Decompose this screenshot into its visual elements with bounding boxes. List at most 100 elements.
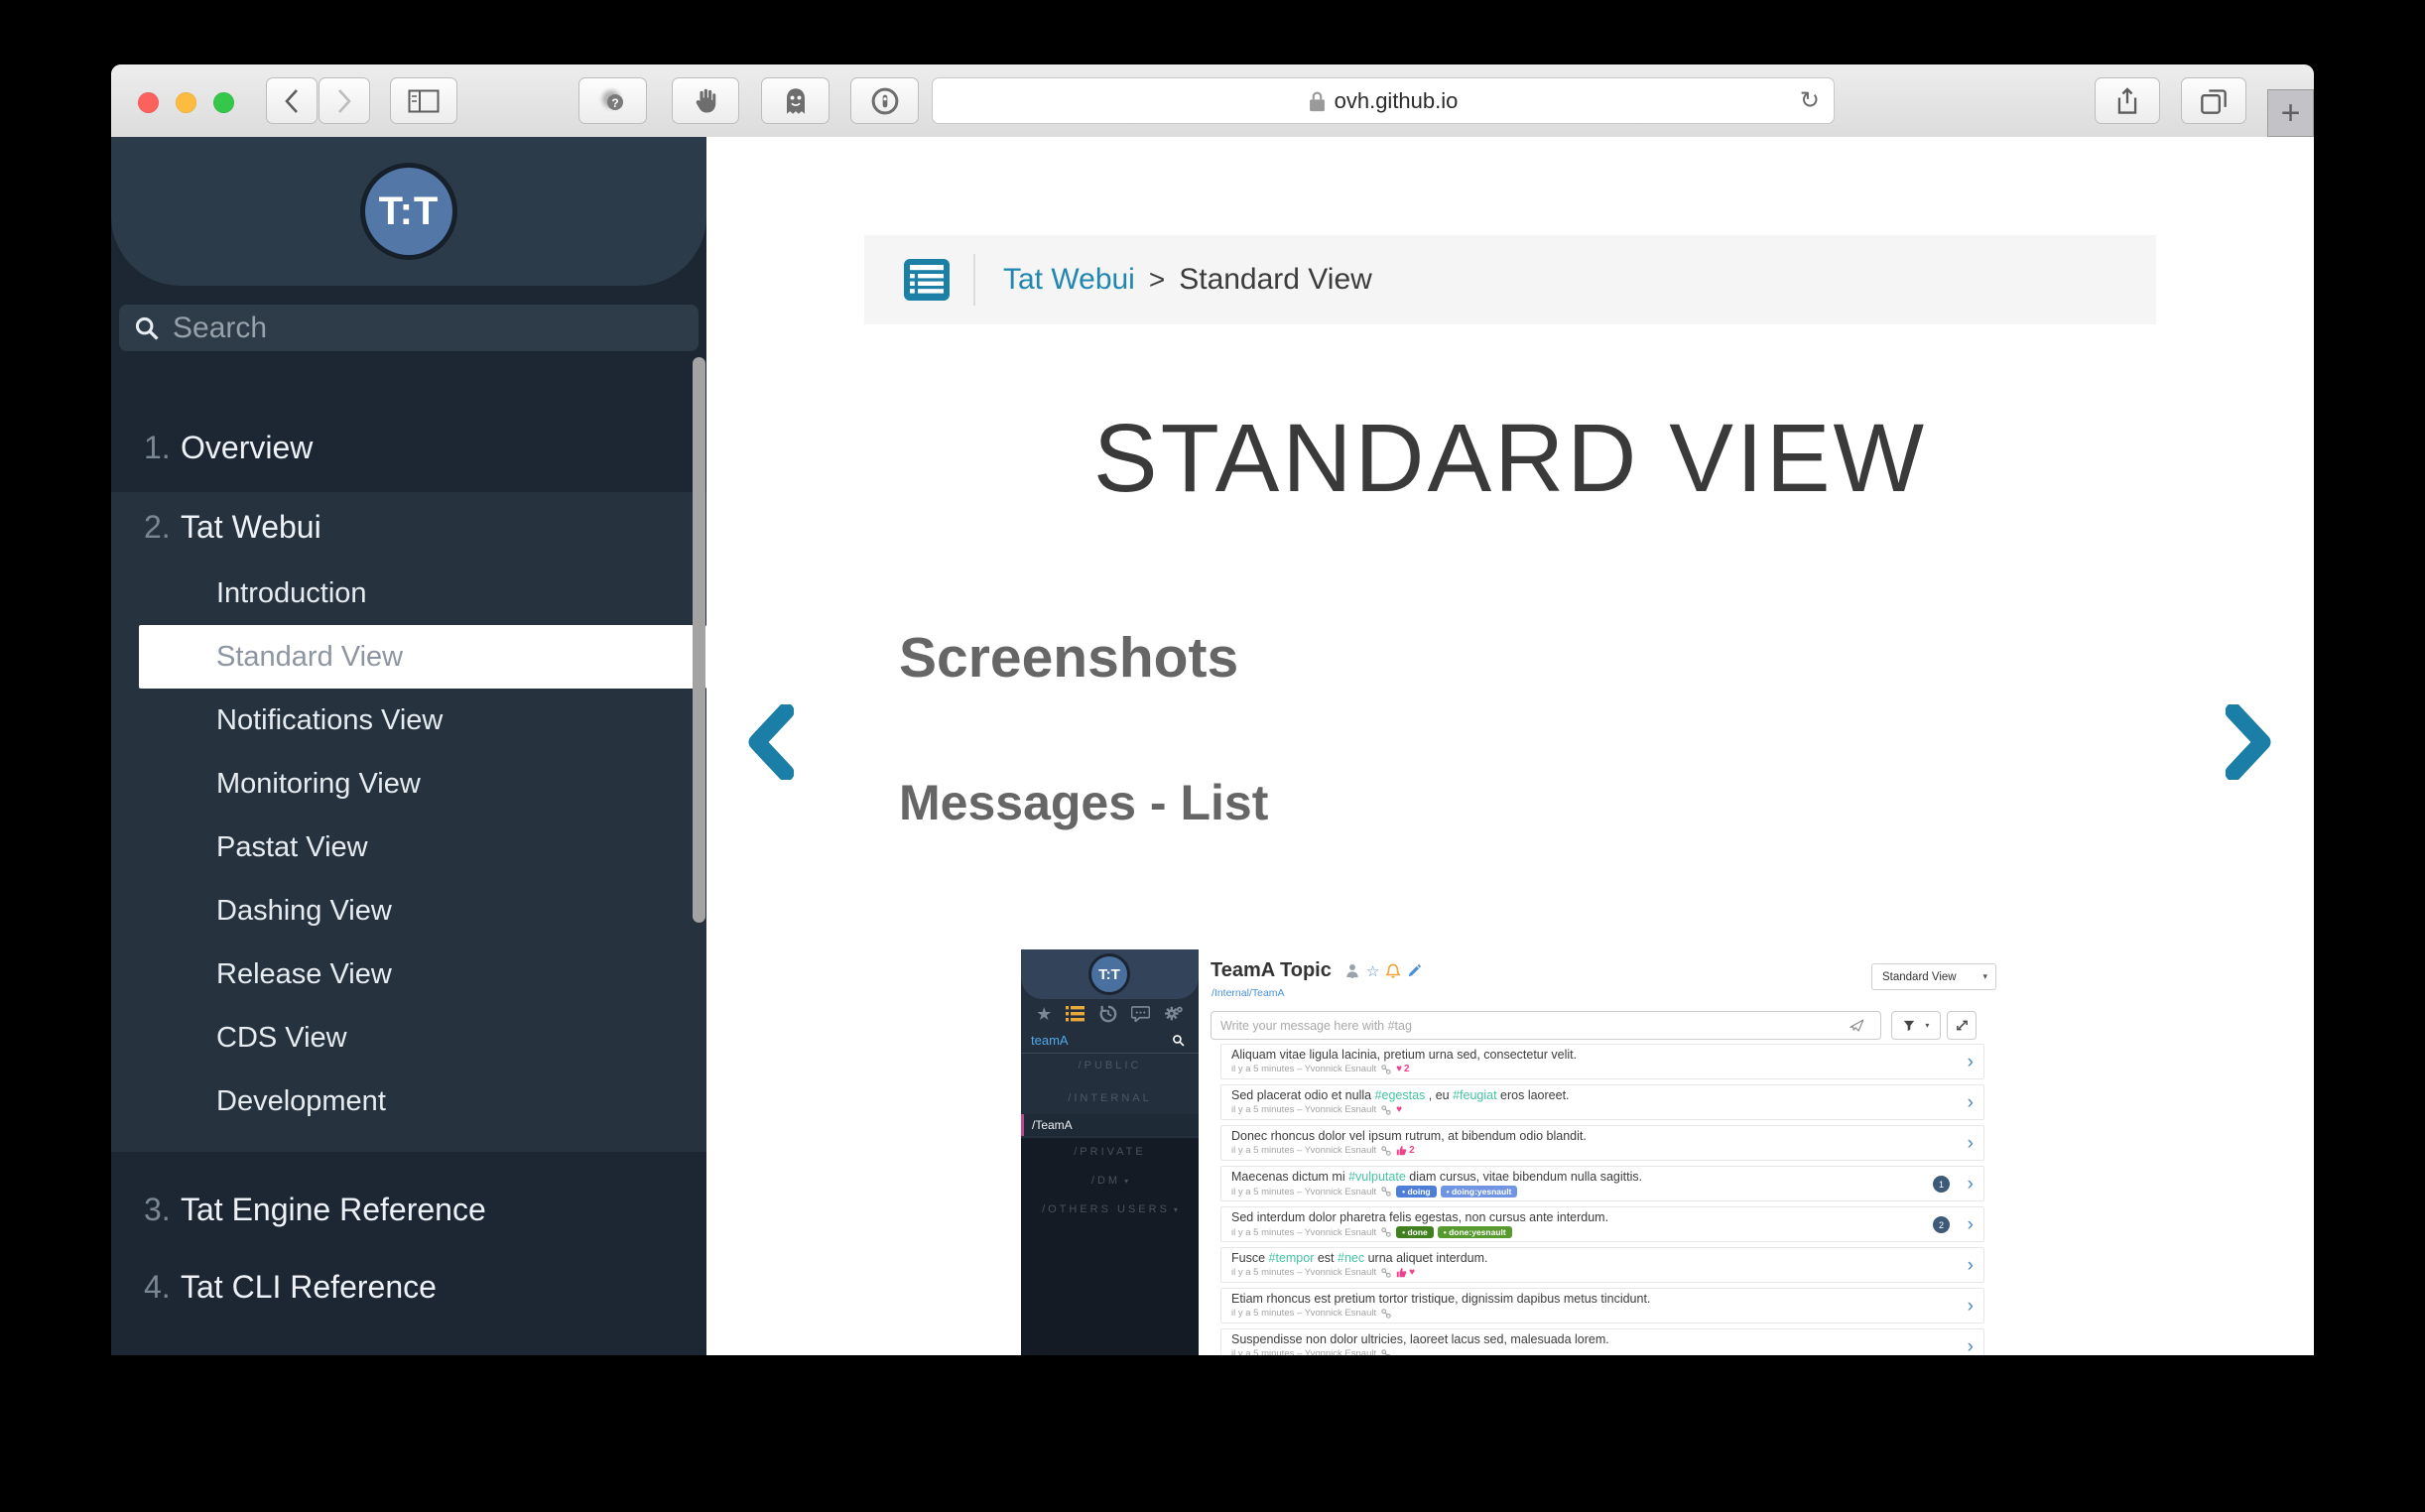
message-row[interactable]: Maecenas dictum mi #vulputate diam cursu… <box>1220 1166 1984 1201</box>
app-search-input[interactable] <box>1029 1032 1172 1049</box>
hashtag[interactable]: #feugiat <box>1453 1088 1496 1102</box>
app-icon-bar: ★ <box>1021 1002 1199 1026</box>
sidebar-item-tat-engine-reference[interactable]: 3. Tat Engine Reference <box>111 1171 706 1248</box>
view-select[interactable]: Standard View ▾ <box>1871 963 1996 990</box>
label-pill[interactable]: done:yesnault <box>1438 1226 1512 1238</box>
app-nav-others-users[interactable]: /OTHERS USERS▾ <box>1021 1203 1199 1215</box>
message-row[interactable]: Fusce #tempor est #nec urna aliquet inte… <box>1220 1247 1984 1283</box>
message-composer[interactable] <box>1211 1011 1881 1040</box>
message-row[interactable]: Donec rhoncus dolor vel ipsum rutrum, at… <box>1220 1125 1984 1161</box>
bell-icon[interactable] <box>1386 963 1400 979</box>
heading-messages-list: Messages - List <box>899 774 1268 831</box>
sidebar-subitem[interactable]: Introduction <box>111 562 706 625</box>
app-nav-public[interactable]: /PUBLIC <box>1021 1060 1199 1071</box>
hashtag[interactable]: #vulputate <box>1348 1170 1406 1184</box>
history-icon[interactable] <box>1099 1005 1117 1023</box>
settings-gears-icon[interactable] <box>1164 1005 1184 1023</box>
app-nav-private[interactable]: /PRIVATE <box>1021 1146 1199 1158</box>
sidebar-item-overview[interactable]: 1. Overview <box>111 413 706 482</box>
message-row[interactable]: Aliquam vitae ligula lacinia, pretium ur… <box>1220 1044 1984 1079</box>
chat-bubble-icon[interactable] <box>1131 1006 1150 1022</box>
link-icon[interactable] <box>1381 1309 1391 1319</box>
chevron-right-icon[interactable]: › <box>1968 1336 1974 1355</box>
link-icon[interactable] <box>1381 1187 1391 1197</box>
minimize-window-button[interactable] <box>176 92 196 113</box>
app-topic-path[interactable]: /Internal/TeamA <box>1212 987 1285 999</box>
link-icon[interactable] <box>1381 1146 1391 1156</box>
tabs-overview-button[interactable] <box>2181 77 2246 124</box>
label-pill[interactable]: doing <box>1396 1186 1436 1197</box>
sidebar-search[interactable] <box>119 305 699 351</box>
share-button[interactable] <box>2095 77 2160 124</box>
zoom-window-button[interactable] <box>213 92 234 113</box>
tabs-icon <box>2200 87 2228 115</box>
url-bar[interactable]: ovh.github.io ↻ <box>932 77 1835 124</box>
hashtag[interactable]: #tempor <box>1269 1251 1315 1265</box>
label-pill[interactable]: done <box>1396 1226 1434 1238</box>
search-input[interactable] <box>171 311 651 346</box>
close-window-button[interactable] <box>138 92 159 113</box>
chevron-right-icon[interactable]: › <box>1968 1296 1974 1318</box>
message-likes[interactable]: ♥ <box>1396 1104 1402 1115</box>
hashtag[interactable]: #egestas <box>1375 1088 1426 1102</box>
message-likes[interactable]: 2 <box>1396 1145 1415 1156</box>
sidebar-scrollbar[interactable] <box>693 357 705 923</box>
send-icon[interactable] <box>1850 1019 1864 1033</box>
star-outline-icon[interactable]: ☆ <box>1366 962 1379 980</box>
back-button[interactable] <box>266 77 318 124</box>
sidebar-item-tat-webui[interactable]: 2. Tat Webui <box>111 492 706 562</box>
chevron-right-icon[interactable]: › <box>1968 1052 1974 1073</box>
refresh-button[interactable]: ↻ <box>1800 86 1820 115</box>
sidebar-item-tat-cli-reference[interactable]: 4. Tat CLI Reference <box>111 1248 706 1325</box>
message-row[interactable]: Sed interdum dolor pharetra felis egesta… <box>1220 1206 1984 1242</box>
user-icon[interactable] <box>1345 963 1359 978</box>
app-nav-internal[interactable]: /INTERNAL <box>1021 1092 1199 1104</box>
sidebar-subitem[interactable]: Release View <box>111 943 706 1006</box>
chevron-right-icon[interactable]: › <box>1968 1174 1974 1196</box>
link-icon[interactable] <box>1381 1268 1391 1278</box>
carousel-prev-button[interactable] <box>748 704 794 780</box>
link-icon[interactable] <box>1381 1349 1391 1356</box>
chevron-right-icon[interactable]: › <box>1968 1255 1974 1277</box>
thumbs-up-icon <box>1396 1267 1407 1278</box>
link-icon[interactable] <box>1381 1105 1391 1115</box>
extension-password-button[interactable] <box>850 77 919 124</box>
sidebar-toggle-button[interactable] <box>390 77 457 124</box>
favorites-star-icon[interactable]: ★ <box>1036 1004 1052 1025</box>
app-nav-dm[interactable]: /DM▾ <box>1021 1175 1199 1187</box>
sidebar-subitem[interactable]: Monitoring View <box>111 752 706 816</box>
edit-pencil-icon[interactable] <box>1407 964 1421 978</box>
hashtag[interactable]: #nec <box>1338 1251 1364 1265</box>
forward-button[interactable] <box>319 77 370 124</box>
extension-ghost-button[interactable] <box>761 77 830 124</box>
chevron-right-icon[interactable]: › <box>1968 1133 1974 1155</box>
chevron-right-icon[interactable]: › <box>1968 1092 1974 1114</box>
message-row[interactable]: Suspendisse non dolor ultricies, laoreet… <box>1220 1328 1984 1355</box>
message-likes[interactable]: ♥2 <box>1396 1064 1410 1074</box>
expand-button[interactable] <box>1947 1011 1977 1040</box>
message-row[interactable]: Sed placerat odio et nulla #egestas , eu… <box>1220 1084 1984 1120</box>
composer-input[interactable] <box>1212 1018 1848 1034</box>
extension-help-button[interactable]: ? <box>578 77 647 124</box>
app-nav-teama[interactable]: /TeamA <box>1021 1114 1199 1136</box>
sidebar-subitem[interactable]: Dashing View <box>111 879 706 943</box>
topics-list-icon[interactable] <box>1066 1006 1085 1022</box>
app-topic-search[interactable] <box>1021 1027 1199 1054</box>
link-icon[interactable] <box>1381 1065 1391 1074</box>
message-likes[interactable]: ♥ <box>1396 1267 1415 1278</box>
carousel-next-button[interactable] <box>2226 704 2271 780</box>
breadcrumb-parent-link[interactable]: Tat Webui <box>1003 263 1135 297</box>
sidebar-subitem[interactable]: Development <box>111 1070 706 1133</box>
sidebar-subitem[interactable]: Standard View <box>139 625 706 689</box>
chevron-right-icon[interactable]: › <box>1968 1214 1974 1236</box>
link-icon[interactable] <box>1381 1227 1391 1237</box>
message-row[interactable]: Etiam rhoncus est pretium tortor tristiq… <box>1220 1288 1984 1323</box>
filter-button[interactable]: ▾ <box>1891 1011 1941 1040</box>
sidebar-subitem[interactable]: Notifications View <box>111 689 706 752</box>
label-pill[interactable]: doing:yesnault <box>1441 1186 1518 1197</box>
new-tab-button[interactable]: + <box>2267 89 2314 137</box>
extension-hand-button[interactable] <box>672 77 739 124</box>
message-text: Aliquam vitae ligula lacinia, pretium ur… <box>1231 1048 1924 1062</box>
sidebar-subitem[interactable]: Pastat View <box>111 816 706 879</box>
sidebar-subitem[interactable]: CDS View <box>111 1006 706 1070</box>
